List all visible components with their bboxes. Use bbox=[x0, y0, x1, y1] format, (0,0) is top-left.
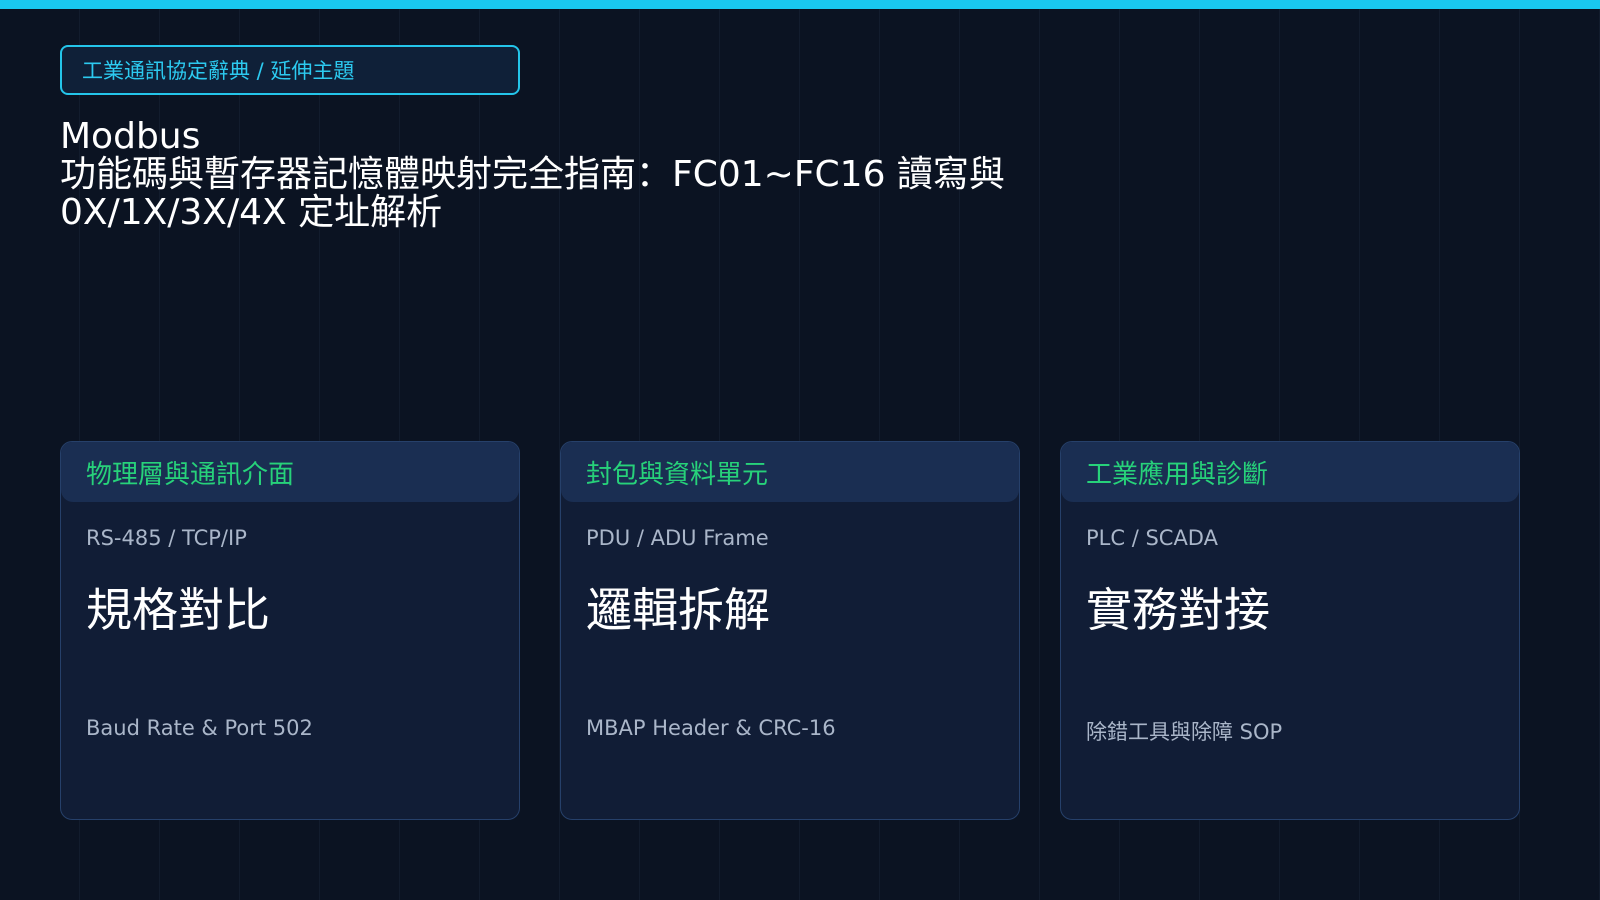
page-title: Modbus 功能碼與暫存器記憶體映射完全指南：FC01~FC16 讀寫與 0X… bbox=[60, 118, 1120, 232]
card-headline: 邏輯拆解 bbox=[586, 583, 770, 637]
category-tag-label: 工業通訊協定辭典 / 延伸主題 bbox=[82, 59, 355, 83]
title-line-3: 0X/1X/3X/4X 定址解析 bbox=[60, 192, 443, 233]
topic-card-industrial-application: 工業應用與診斷 PLC / SCADA 實務對接 除錯工具與除障 SOP bbox=[1060, 441, 1520, 820]
card-subtitle: RS-485 / TCP/IP bbox=[86, 526, 247, 550]
card-headline: 實務對接 bbox=[1086, 583, 1270, 637]
accent-top-bar bbox=[0, 0, 1600, 9]
title-line-1: Modbus bbox=[60, 116, 201, 157]
card-heading: 物理層與通訊介面 bbox=[86, 459, 295, 490]
card-subtitle: PDU / ADU Frame bbox=[586, 526, 769, 550]
card-footer: Baud Rate & Port 502 bbox=[86, 716, 313, 740]
card-footer: MBAP Header & CRC-16 bbox=[586, 716, 836, 740]
topic-card-packet-structure: 封包與資料單元 PDU / ADU Frame 邏輯拆解 MBAP Header… bbox=[560, 441, 1020, 820]
card-heading: 工業應用與診斷 bbox=[1086, 459, 1269, 490]
card-heading: 封包與資料單元 bbox=[586, 459, 769, 490]
category-tag: 工業通訊協定辭典 / 延伸主題 bbox=[60, 45, 520, 95]
card-header: 工業應用與診斷 bbox=[1061, 442, 1519, 502]
card-subtitle: PLC / SCADA bbox=[1086, 526, 1218, 550]
card-headline: 規格對比 bbox=[86, 583, 270, 637]
card-header: 封包與資料單元 bbox=[561, 442, 1019, 502]
card-footer: 除錯工具與除障 SOP bbox=[1086, 720, 1283, 744]
title-line-2: 功能碼與暫存器記憶體映射完全指南：FC01~FC16 讀寫與 bbox=[60, 154, 1005, 195]
card-header: 物理層與通訊介面 bbox=[61, 442, 519, 502]
topic-card-physical-layer: 物理層與通訊介面 RS-485 / TCP/IP 規格對比 Baud Rate … bbox=[60, 441, 520, 820]
